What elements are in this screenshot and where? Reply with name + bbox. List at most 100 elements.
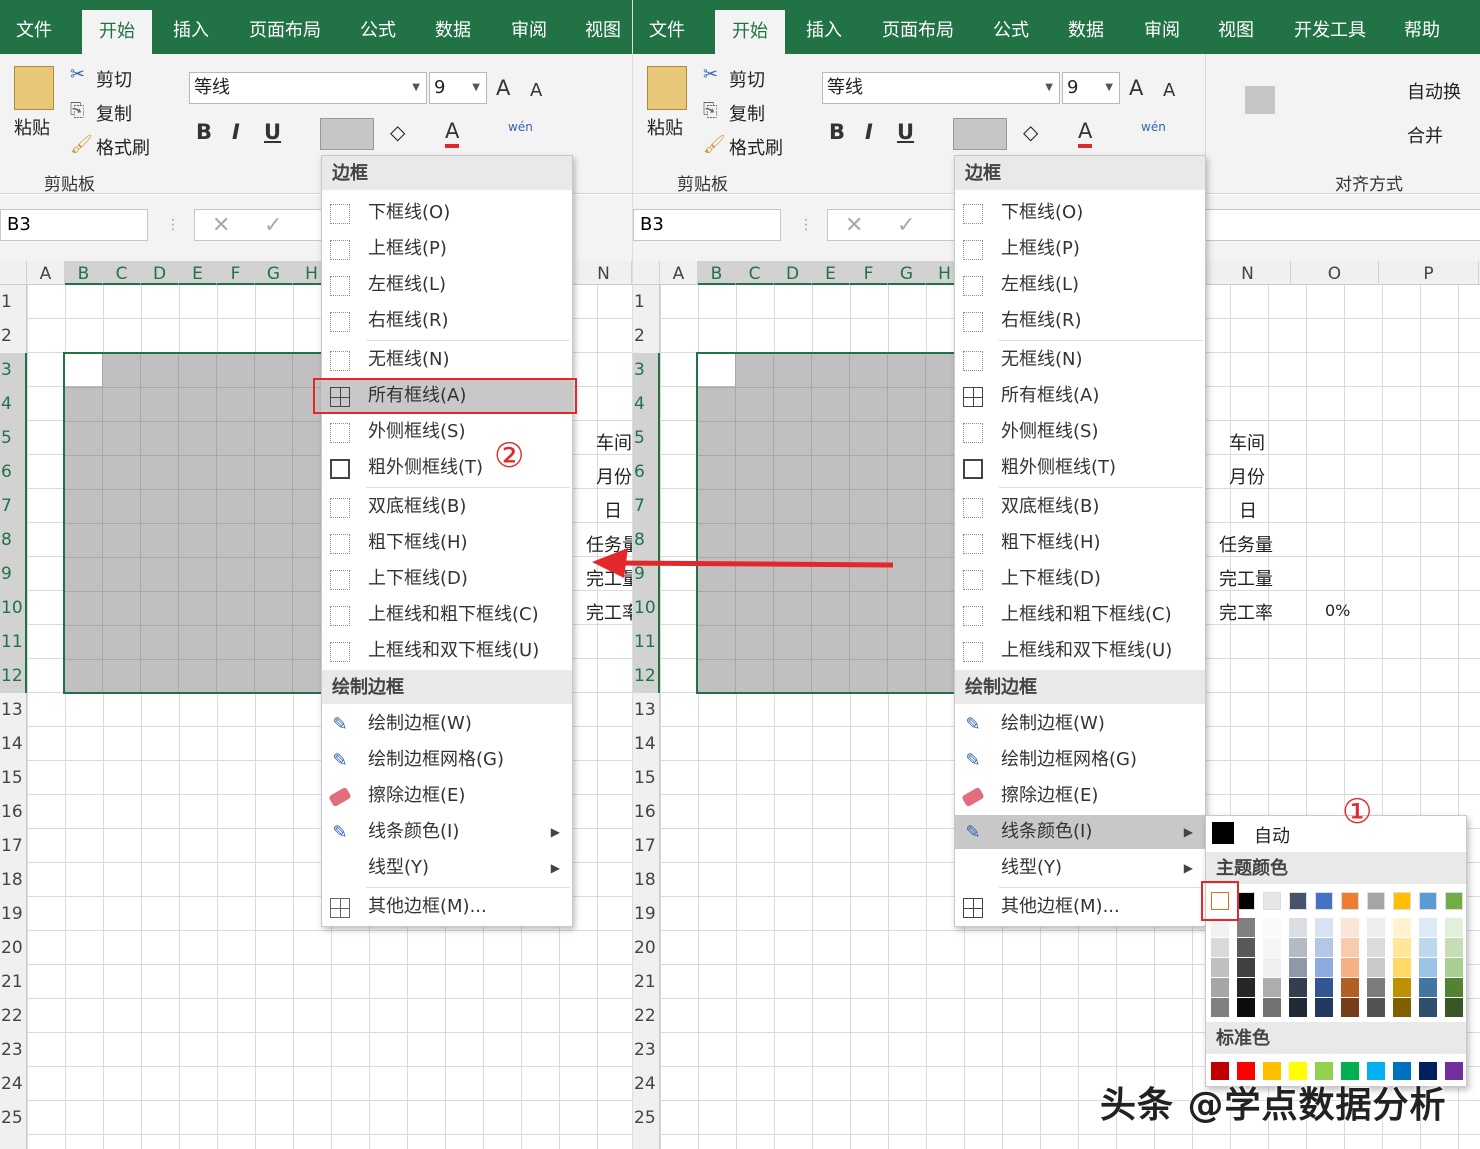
- active-cell[interactable]: [698, 354, 735, 386]
- col-header[interactable]: C: [736, 261, 774, 285]
- row-header[interactable]: 12: [0, 659, 27, 693]
- row-header[interactable]: 5: [0, 421, 27, 455]
- row-header[interactable]: 4: [633, 387, 660, 421]
- theme-shade-swatch[interactable]: [1263, 958, 1281, 977]
- row-header[interactable]: 19: [0, 897, 27, 931]
- row-header[interactable]: 20: [0, 931, 27, 965]
- menu-draw-border-grid[interactable]: ✎ 绘制边框网格(G): [955, 743, 1205, 777]
- tab-formulas[interactable]: 公式: [977, 0, 1045, 54]
- theme-color-swatch[interactable]: [1289, 892, 1307, 910]
- tab-file[interactable]: 文件: [0, 0, 68, 54]
- col-header[interactable]: B: [65, 261, 103, 285]
- row-header[interactable]: 8: [0, 523, 27, 557]
- font-name-combo[interactable]: 等线 ▼: [822, 72, 1060, 104]
- col-header[interactable]: G: [255, 261, 293, 285]
- theme-shade-swatch[interactable]: [1263, 918, 1281, 937]
- row-header[interactable]: 4: [0, 387, 27, 421]
- row-header[interactable]: 21: [633, 965, 660, 999]
- col-header[interactable]: F: [850, 261, 888, 285]
- row-header[interactable]: 24: [633, 1067, 660, 1101]
- cell-workshop[interactable]: 车间: [596, 429, 632, 455]
- selected-range[interactable]: [696, 352, 966, 694]
- bold-button[interactable]: B: [196, 120, 212, 144]
- menu-top-border[interactable]: 上框线(P): [955, 232, 1205, 266]
- menu-double-bottom-border[interactable]: 双底框线(B): [955, 490, 1205, 524]
- selected-range[interactable]: [63, 352, 333, 694]
- row-header[interactable]: 6: [633, 455, 660, 489]
- menu-erase-border[interactable]: 擦除边框(E): [322, 779, 572, 813]
- cut-button[interactable]: 剪切: [729, 66, 765, 92]
- standard-color-swatch[interactable]: [1445, 1062, 1463, 1080]
- menu-bottom-border[interactable]: 下框线(O): [322, 196, 572, 230]
- menu-draw-border[interactable]: ✎ 绘制边框(W): [322, 707, 572, 741]
- cell-rate[interactable]: 完工率: [1219, 599, 1273, 625]
- menu-thick-bottom-border[interactable]: 粗下框线(H): [322, 526, 572, 560]
- cell-month[interactable]: 月份: [1229, 463, 1265, 489]
- name-box[interactable]: B3: [633, 209, 781, 241]
- menu-line-style[interactable]: 线型(Y) ▶: [322, 851, 572, 885]
- wrap-text-button[interactable]: 自动换: [1407, 78, 1461, 104]
- theme-shade-swatch[interactable]: [1341, 958, 1359, 977]
- name-box[interactable]: B3: [0, 209, 148, 241]
- theme-shade-swatch[interactable]: [1419, 938, 1437, 957]
- cell-day[interactable]: 日: [604, 497, 622, 523]
- row-header[interactable]: 1: [0, 285, 27, 319]
- col-header[interactable]: C: [103, 261, 141, 285]
- row-header[interactable]: 24: [0, 1067, 27, 1101]
- menu-erase-border[interactable]: 擦除边框(E): [955, 779, 1205, 813]
- align-middle-icon[interactable]: [1245, 86, 1275, 114]
- theme-color-swatch[interactable]: [1419, 892, 1437, 910]
- cell-workshop[interactable]: 车间: [1229, 429, 1265, 455]
- theme-shade-swatch[interactable]: [1419, 918, 1437, 937]
- theme-shade-swatch[interactable]: [1315, 958, 1333, 977]
- menu-line-style[interactable]: 线型(Y) ▶: [955, 851, 1205, 885]
- row-header[interactable]: 18: [0, 863, 27, 897]
- row-header[interactable]: 14: [633, 727, 660, 761]
- menu-double-bottom-border[interactable]: 双底框线(B): [322, 490, 572, 524]
- copy-button[interactable]: 复制: [729, 100, 765, 126]
- row-header[interactable]: 3: [633, 353, 660, 387]
- tab-view[interactable]: 视图: [1205, 0, 1267, 54]
- theme-shade-swatch[interactable]: [1367, 918, 1385, 937]
- menu-top-double-bottom-border[interactable]: 上框线和双下框线(U): [322, 634, 572, 668]
- menu-right-border[interactable]: 右框线(R): [955, 304, 1205, 338]
- theme-shade-swatch[interactable]: [1211, 978, 1229, 997]
- bold-button[interactable]: B: [829, 120, 845, 144]
- tab-help[interactable]: 帮助: [1387, 0, 1457, 54]
- theme-shade-swatch[interactable]: [1237, 998, 1255, 1017]
- theme-shade-swatch[interactable]: [1263, 938, 1281, 957]
- theme-shade-swatch[interactable]: [1367, 938, 1385, 957]
- col-header[interactable]: N: [1205, 261, 1291, 285]
- theme-shade-swatch[interactable]: [1393, 978, 1411, 997]
- confirm-icon[interactable]: ✓: [264, 213, 282, 238]
- theme-shade-swatch[interactable]: [1341, 978, 1359, 997]
- fill-color-icon[interactable]: ◇: [1023, 120, 1038, 144]
- row-header[interactable]: 13: [0, 693, 27, 727]
- active-cell[interactable]: [65, 354, 102, 386]
- tab-page-layout[interactable]: 页面布局: [869, 0, 967, 54]
- menu-top-thick-bottom-border[interactable]: 上框线和粗下框线(C): [322, 598, 572, 632]
- col-header[interactable]: A: [660, 261, 698, 285]
- cell-task[interactable]: 任务量: [1219, 531, 1273, 557]
- menu-bottom-border[interactable]: 下框线(O): [955, 196, 1205, 230]
- col-header[interactable]: A: [27, 261, 65, 285]
- cut-button[interactable]: 剪切: [96, 66, 132, 92]
- row-header[interactable]: 2: [633, 319, 660, 353]
- tab-page-layout[interactable]: 页面布局: [236, 0, 334, 54]
- theme-shade-swatch[interactable]: [1289, 978, 1307, 997]
- theme-shade-swatch[interactable]: [1367, 958, 1385, 977]
- menu-thick-bottom-border[interactable]: 粗下框线(H): [955, 526, 1205, 560]
- theme-shade-swatch[interactable]: [1211, 938, 1229, 957]
- menu-draw-border-grid[interactable]: ✎ 绘制边框网格(G): [322, 743, 572, 777]
- tab-review[interactable]: 审阅: [1129, 0, 1195, 54]
- tab-data[interactable]: 数据: [420, 0, 486, 54]
- row-header[interactable]: 25: [0, 1101, 27, 1135]
- cell-day[interactable]: 日: [1239, 497, 1257, 523]
- row-header[interactable]: 7: [633, 489, 660, 523]
- tab-insert[interactable]: 插入: [791, 0, 857, 54]
- menu-top-bottom-border[interactable]: 上下框线(D): [322, 562, 572, 596]
- menu-draw-border[interactable]: ✎ 绘制边框(W): [955, 707, 1205, 741]
- cell-month[interactable]: 月份: [596, 463, 632, 489]
- row-header[interactable]: 17: [0, 829, 27, 863]
- theme-shade-swatch[interactable]: [1315, 918, 1333, 937]
